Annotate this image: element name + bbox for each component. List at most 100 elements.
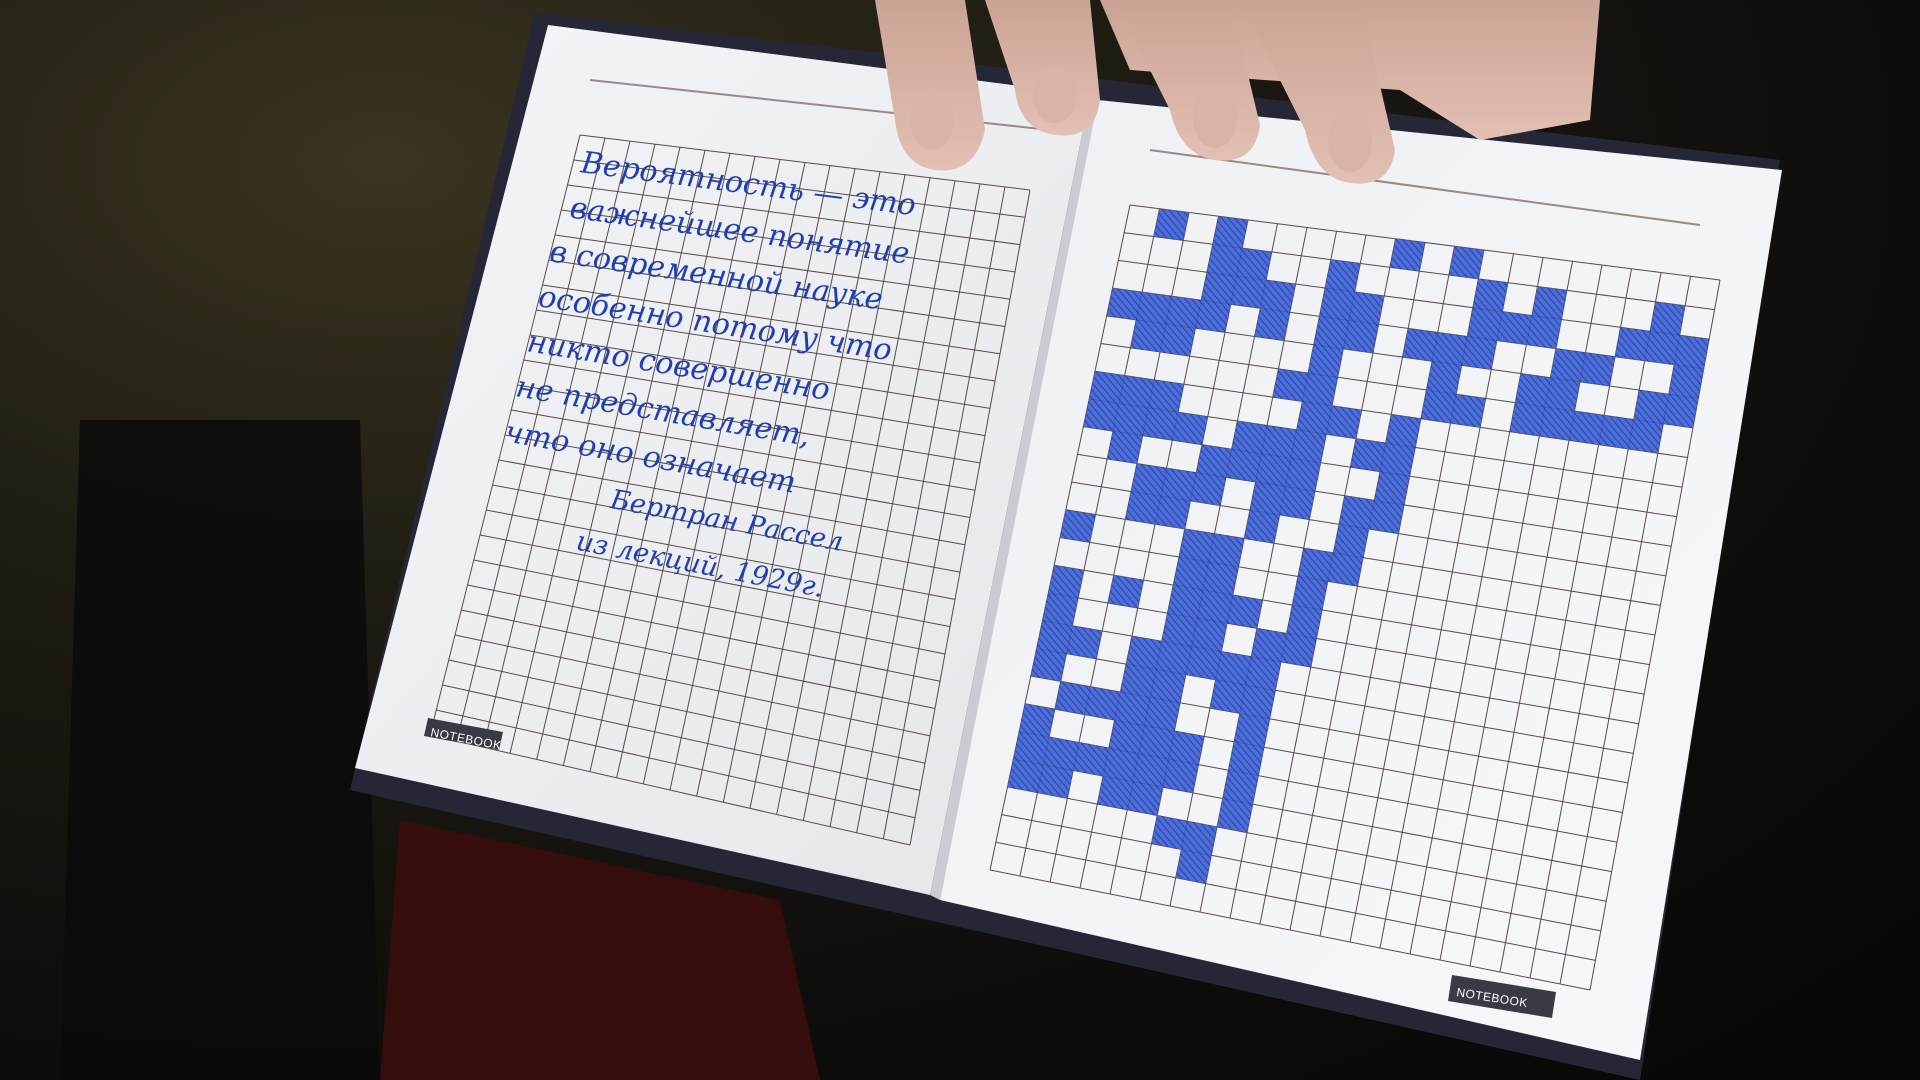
filled-cell bbox=[1281, 633, 1317, 668]
filled-cell bbox=[1580, 352, 1616, 386]
filled-cell bbox=[1120, 664, 1156, 698]
filled-cell bbox=[1054, 681, 1091, 715]
filled-cell bbox=[1333, 524, 1369, 558]
filled-cell bbox=[1298, 548, 1334, 582]
filled-cell bbox=[1231, 420, 1268, 454]
filled-cell bbox=[1073, 742, 1109, 777]
filled-cell bbox=[1113, 403, 1149, 436]
filled-cell bbox=[1144, 697, 1181, 731]
filled-cell bbox=[1037, 764, 1074, 799]
notebook-photo: Вероятность — этоважнейшее понятиев совр… bbox=[60, 0, 1782, 1080]
filled-cell bbox=[1236, 248, 1272, 281]
filled-cell bbox=[1206, 244, 1243, 277]
filled-cell bbox=[1151, 815, 1188, 850]
filled-cell bbox=[1389, 238, 1425, 272]
filled-cell bbox=[1350, 438, 1386, 472]
filled-cell bbox=[1201, 272, 1237, 305]
filled-cell bbox=[1127, 781, 1163, 816]
filled-cell bbox=[1255, 453, 1291, 487]
filled-cell bbox=[1042, 592, 1079, 626]
filled-cell bbox=[1496, 311, 1532, 345]
filled-cell bbox=[1349, 291, 1385, 325]
filled-cell bbox=[1043, 736, 1079, 771]
filled-cell bbox=[1175, 849, 1212, 884]
filled-cell bbox=[1083, 398, 1119, 432]
filled-cell bbox=[1302, 373, 1338, 406]
filled-cell bbox=[1118, 375, 1155, 408]
filled-cell bbox=[1191, 618, 1228, 652]
filled-cell bbox=[1472, 278, 1508, 312]
filled-cell bbox=[1161, 613, 1198, 647]
filled-cell bbox=[1228, 741, 1264, 776]
filled-cell bbox=[1544, 377, 1580, 412]
filled-cell bbox=[1550, 348, 1586, 382]
filled-cell bbox=[1165, 296, 1202, 329]
filled-cell bbox=[1125, 491, 1161, 525]
filled-cell bbox=[1212, 216, 1248, 249]
filled-cell bbox=[1509, 402, 1545, 436]
filled-cell bbox=[1185, 646, 1222, 680]
filled-cell bbox=[1107, 575, 1144, 609]
filled-cell bbox=[1179, 528, 1215, 562]
chair-shadow bbox=[60, 420, 380, 1080]
filled-cell bbox=[1272, 368, 1309, 402]
filled-cell bbox=[1142, 407, 1179, 441]
fingernail-2 bbox=[1033, 67, 1077, 123]
filled-cell bbox=[1106, 288, 1143, 320]
filled-cell bbox=[1103, 748, 1139, 782]
filled-cell bbox=[1539, 406, 1575, 441]
filled-cell bbox=[1155, 496, 1191, 529]
filled-cell bbox=[1426, 361, 1462, 395]
filled-cell bbox=[1173, 557, 1209, 591]
filled-cell bbox=[1292, 576, 1328, 610]
filled-cell bbox=[1030, 648, 1067, 682]
filled-cell bbox=[1467, 307, 1503, 341]
filled-cell bbox=[1319, 287, 1355, 321]
filled-cell bbox=[1150, 669, 1186, 703]
filled-cell bbox=[1245, 656, 1281, 691]
filled-cell bbox=[1286, 604, 1323, 639]
filled-cell bbox=[1234, 713, 1270, 748]
filled-cell bbox=[1160, 324, 1196, 357]
filled-cell bbox=[1114, 692, 1151, 726]
filled-cell bbox=[1385, 414, 1421, 448]
fingernail-3 bbox=[1193, 88, 1237, 148]
filled-cell bbox=[1190, 472, 1226, 506]
fingernail-4 bbox=[1328, 112, 1372, 172]
filled-cell bbox=[1089, 371, 1125, 404]
filled-cell bbox=[1279, 486, 1315, 520]
filled-cell bbox=[1343, 320, 1379, 353]
filled-cell bbox=[1230, 276, 1267, 309]
filled-cell bbox=[1160, 468, 1197, 501]
fingernail-1 bbox=[910, 90, 954, 150]
filled-cell bbox=[1325, 259, 1361, 292]
filled-cell bbox=[1339, 495, 1375, 529]
filled-cell bbox=[1227, 595, 1263, 629]
filled-cell bbox=[1007, 759, 1044, 793]
filled-cell bbox=[1217, 798, 1253, 833]
filled-cell bbox=[1136, 292, 1172, 325]
filled-cell bbox=[1168, 730, 1205, 765]
filled-cell bbox=[1644, 331, 1680, 365]
filled-cell bbox=[1097, 776, 1133, 810]
filled-cell bbox=[1036, 620, 1073, 654]
filled-cell bbox=[1569, 411, 1605, 445]
filled-cell bbox=[1368, 500, 1405, 534]
filled-cell bbox=[1019, 703, 1055, 737]
filled-cell bbox=[1420, 389, 1457, 423]
filled-cell bbox=[1148, 379, 1184, 413]
filled-cell bbox=[1208, 533, 1245, 567]
filled-cell bbox=[1107, 431, 1143, 464]
filled-cell bbox=[1448, 246, 1484, 279]
filled-cell bbox=[1066, 625, 1103, 659]
filled-cell bbox=[1249, 481, 1286, 515]
filled-cell bbox=[1084, 686, 1121, 721]
filled-cell bbox=[1450, 394, 1486, 428]
filled-cell bbox=[1209, 679, 1246, 714]
filled-cell bbox=[1131, 463, 1167, 497]
filled-cell bbox=[1374, 471, 1410, 505]
filled-cell bbox=[1130, 319, 1166, 352]
filled-cell bbox=[1108, 720, 1145, 754]
filled-cell bbox=[1181, 821, 1218, 856]
filled-cell bbox=[1239, 685, 1276, 719]
